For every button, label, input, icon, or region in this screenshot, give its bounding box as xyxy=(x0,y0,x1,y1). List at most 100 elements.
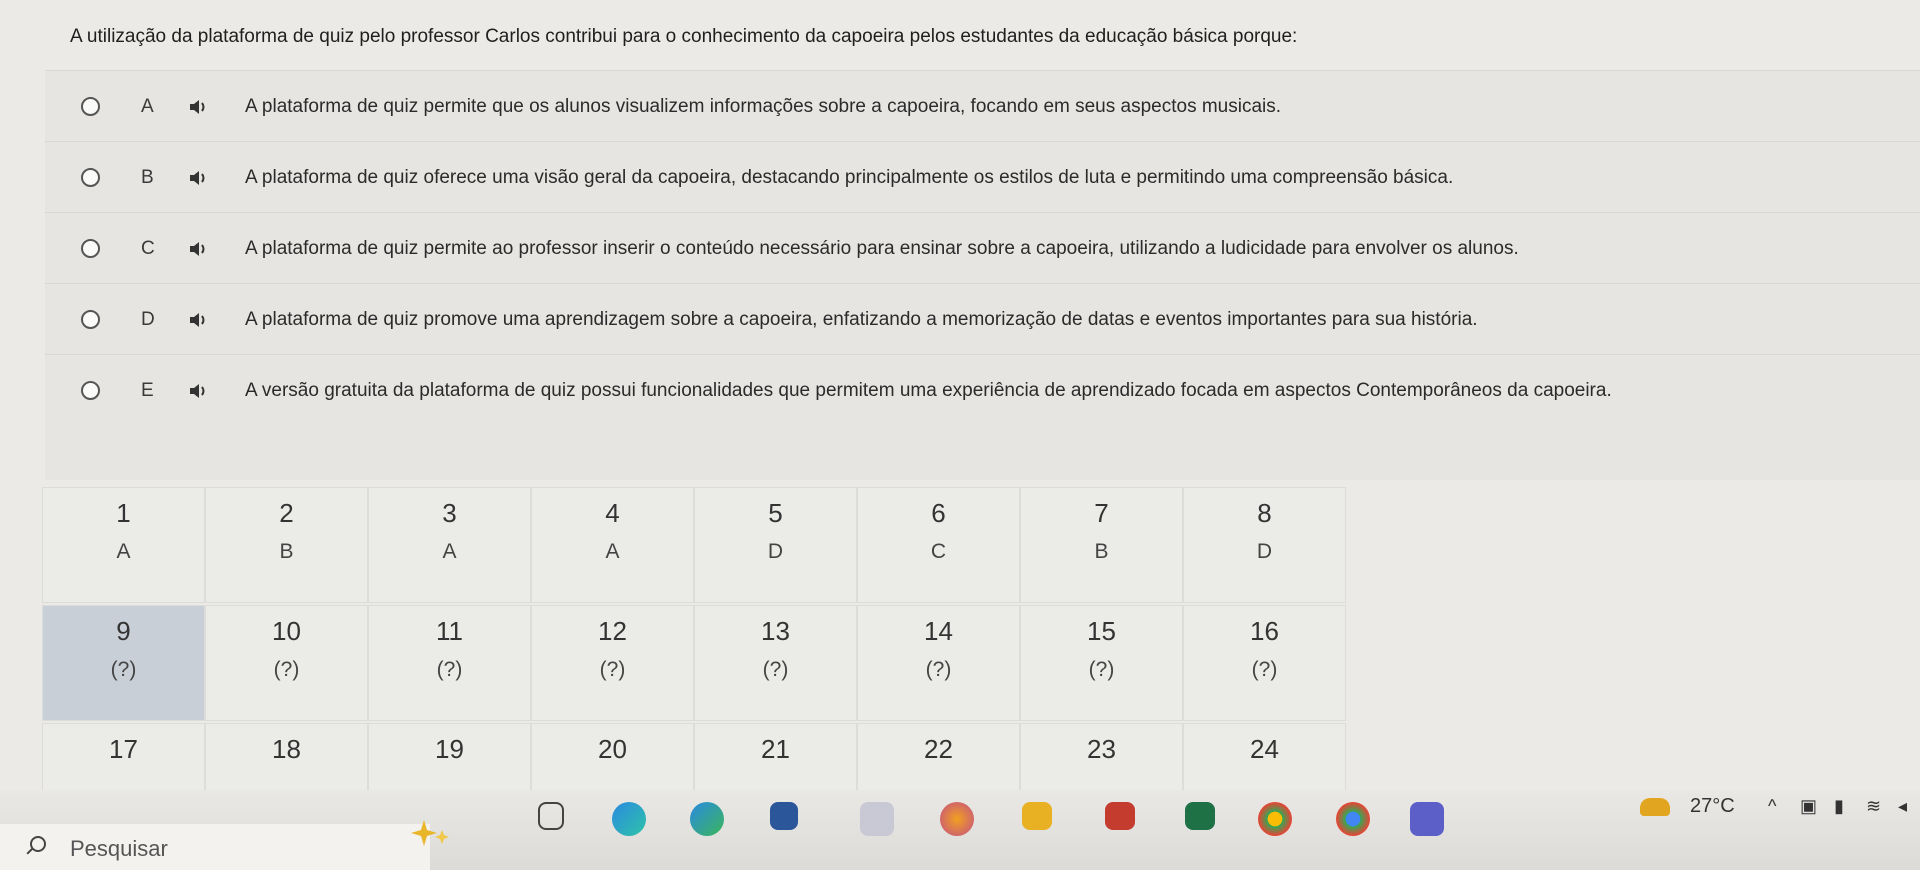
question-cell-23[interactable]: 23 xyxy=(1020,723,1183,797)
question-number: 7 xyxy=(1094,498,1109,528)
question-answer: A xyxy=(442,540,457,563)
question-cell-10[interactable]: 10 (?) xyxy=(205,605,368,721)
question-answer: B xyxy=(279,540,294,563)
question-answer: B xyxy=(1094,540,1109,563)
question-cell-7[interactable]: 7B xyxy=(1020,487,1183,603)
question-answer: C xyxy=(930,540,947,563)
radio-d[interactable] xyxy=(81,310,100,329)
question-cell-18[interactable]: 18 xyxy=(205,723,368,797)
question-answer: A xyxy=(116,540,131,563)
question-cell-5[interactable]: 5D xyxy=(694,487,857,603)
question-cell-12[interactable]: 12 (?) xyxy=(531,605,694,721)
question-answer: (?) xyxy=(436,658,463,681)
question-cell-2[interactable]: 2B xyxy=(205,487,368,603)
excel-icon[interactable] xyxy=(1185,802,1215,830)
option-d[interactable]: D A plataforma de quiz promove uma apren… xyxy=(45,283,1920,355)
chrome-icon[interactable] xyxy=(1258,802,1292,836)
radio-b[interactable] xyxy=(81,168,100,187)
radio-c[interactable] xyxy=(81,239,100,258)
speaker-icon[interactable] xyxy=(188,169,208,187)
question-cell-16[interactable]: 16 (?) xyxy=(1183,605,1346,721)
speaker-icon[interactable] xyxy=(188,98,208,116)
snipping-tool-icon[interactable] xyxy=(860,802,894,836)
camera-icon[interactable]: ▣ xyxy=(1800,796,1817,817)
question-number: 20 xyxy=(598,734,627,764)
option-letter: E xyxy=(141,379,154,401)
question-number: 23 xyxy=(1087,734,1116,764)
question-cell-15[interactable]: 15 (?) xyxy=(1020,605,1183,721)
question-cell-19[interactable]: 19 xyxy=(368,723,531,797)
question-number: 14 xyxy=(924,616,953,646)
wifi-icon[interactable]: ≋ xyxy=(1866,796,1881,817)
question-cell-8[interactable]: 8D xyxy=(1183,487,1346,603)
option-letter: B xyxy=(141,166,154,188)
chevron-up-icon[interactable]: ^ xyxy=(1768,796,1776,817)
question-answer: D xyxy=(1256,540,1273,563)
question-number: 4 xyxy=(605,498,620,528)
question-number: 5 xyxy=(768,498,783,528)
option-text: A plataforma de quiz permite que os alun… xyxy=(245,95,1282,117)
question-cell-21[interactable]: 21 xyxy=(694,723,857,797)
radio-e[interactable] xyxy=(81,381,100,400)
option-b[interactable]: B A plataforma de quiz oferece uma visão… xyxy=(45,141,1920,213)
edge-icon[interactable] xyxy=(612,802,646,836)
question-navigation-grid: 1 A 2 B 3 A 4 A 5 D 6 C 7 B 8 D 9 (?) 10 (?) 11 (?) 12 (?) 13 (?)… xyxy=(42,487,1352,807)
media-player-icon[interactable] xyxy=(940,802,974,836)
speaker-icon[interactable] xyxy=(188,240,208,258)
question-cell-1[interactable]: 1A xyxy=(42,487,205,603)
question-number: 12 xyxy=(598,616,627,646)
answer-options: A A plataforma de quiz permite que os al… xyxy=(45,70,1920,480)
chrome-profile-icon[interactable] xyxy=(1336,802,1370,836)
option-text: A plataforma de quiz permite ao professo… xyxy=(245,237,1519,259)
question-number: 17 xyxy=(109,734,138,764)
question-cell-6[interactable]: 6C xyxy=(857,487,1020,603)
option-letter: A xyxy=(141,95,154,117)
edge-icon[interactable] xyxy=(690,802,724,836)
question-cell-13[interactable]: 13 (?) xyxy=(694,605,857,721)
question-text: A utilização da plataforma de quiz pelo … xyxy=(70,26,1298,47)
question-number: 19 xyxy=(435,734,464,764)
radio-a[interactable] xyxy=(81,97,100,116)
speaker-icon[interactable] xyxy=(188,311,208,329)
task-view-icon[interactable] xyxy=(538,802,564,830)
question-answer: (?) xyxy=(1251,658,1278,681)
question-cell-22[interactable]: 22 xyxy=(857,723,1020,797)
weather-icon[interactable] xyxy=(1640,798,1670,816)
powerpoint-icon[interactable] xyxy=(1105,802,1135,830)
question-cell-3[interactable]: 3A xyxy=(368,487,531,603)
question-cell-24[interactable]: 24 xyxy=(1183,723,1346,797)
teams-icon[interactable] xyxy=(1410,802,1444,836)
question-number: 8 xyxy=(1257,498,1272,528)
question-cell-4[interactable]: 4A xyxy=(531,487,694,603)
question-number: 22 xyxy=(924,734,953,764)
file-explorer-icon[interactable] xyxy=(1022,802,1052,830)
temperature[interactable]: 27°C xyxy=(1690,795,1735,818)
question-cell-11[interactable]: 11 (?) xyxy=(368,605,531,721)
word-icon[interactable] xyxy=(770,802,798,830)
search-input[interactable]: Pesquisar xyxy=(70,836,168,862)
option-text: A versão gratuita da plataforma de quiz … xyxy=(245,379,1612,401)
question-number: 11 xyxy=(436,616,463,646)
question-answer: A xyxy=(605,540,620,563)
question-number: 21 xyxy=(761,734,790,764)
question-cell-17[interactable]: 17 xyxy=(42,723,205,797)
copilot-sparkle-icon[interactable] xyxy=(410,818,450,848)
question-answer: (?) xyxy=(925,658,952,681)
option-a[interactable]: A A plataforma de quiz permite que os al… xyxy=(45,70,1920,142)
option-letter: C xyxy=(141,237,155,259)
question-number: 15 xyxy=(1087,616,1116,646)
question-cell-20[interactable]: 20 xyxy=(531,723,694,797)
option-c[interactable]: C A plataforma de quiz permite ao profes… xyxy=(45,212,1920,284)
volume-icon[interactable]: ◂ xyxy=(1898,796,1907,817)
question-number: 1 xyxy=(116,498,131,528)
taskbar-search[interactable]: Pesquisar xyxy=(0,824,430,870)
question-number: 10 xyxy=(272,616,301,646)
option-letter: D xyxy=(141,308,155,330)
question-answer: (?) xyxy=(599,658,626,681)
question-cell-14[interactable]: 14 (?) xyxy=(857,605,1020,721)
speaker-icon[interactable] xyxy=(188,382,208,400)
question-number: 2 xyxy=(279,498,294,528)
option-e[interactable]: E A versão gratuita da plataforma de qui… xyxy=(45,354,1920,426)
battery-icon[interactable]: ▮ xyxy=(1834,796,1844,817)
question-cell-9[interactable]: 9 (?) xyxy=(42,605,205,721)
